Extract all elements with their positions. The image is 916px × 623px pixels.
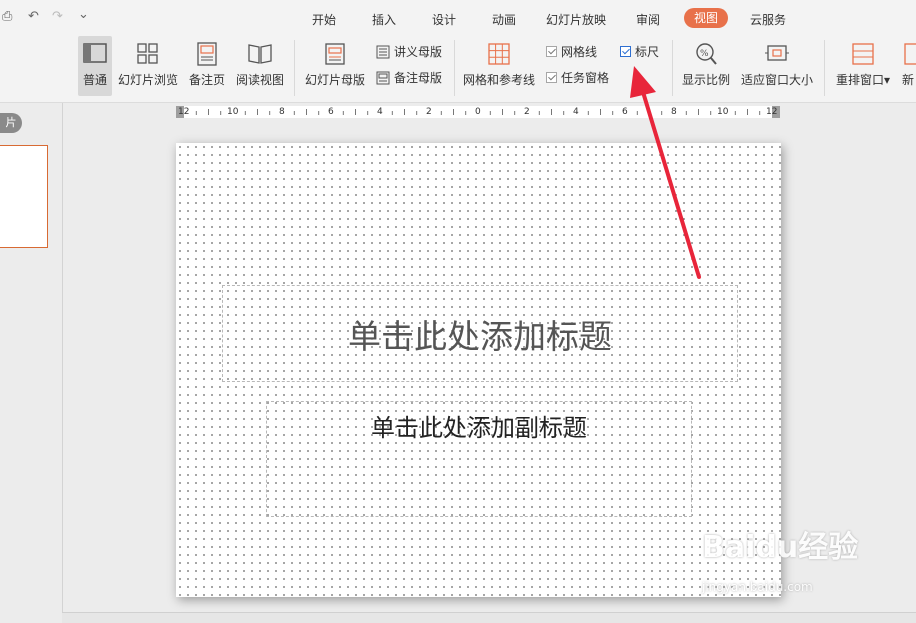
ruler-label: 12 [178, 107, 190, 117]
customize-dropdown-icon[interactable]: ⌄ [78, 7, 89, 22]
ribbon-divider [672, 40, 673, 96]
slide-thumbnail-panel: 片 [0, 103, 63, 622]
handout-master-button[interactable]: 讲义母版 [376, 43, 442, 60]
ruler-label: 12 [766, 107, 778, 117]
ribbon-divider [454, 40, 455, 96]
watermark-url: jingyan.baidu.com [702, 580, 813, 594]
zoom-magnifier-icon: % [696, 43, 717, 65]
fit-window-label: 适应窗口大小 [740, 73, 813, 87]
redo-icon[interactable]: ↷ [52, 9, 63, 24]
slide-master-icon [325, 43, 345, 65]
undo-icon[interactable]: ↶ [28, 9, 39, 24]
ribbon-view: 普通 幻灯片浏览 备注页 阅读视图 幻灯片母版 讲义母版 备注母版 网格和参考线… [0, 36, 916, 103]
fit-window-button[interactable]: 适应窗口大小 [740, 36, 814, 96]
slide-master-label: 幻灯片母版 [304, 73, 365, 87]
zoom-label: 显示比例 [681, 73, 730, 87]
arrange-window-icon [852, 43, 874, 65]
task-pane-checkbox[interactable]: 任务窗格 [546, 69, 609, 86]
slide-master-button[interactable]: 幻灯片母版 [302, 36, 368, 96]
ruler-label: 2 [524, 107, 530, 117]
tab-home[interactable]: 开始 [312, 11, 336, 28]
svg-text:%: % [700, 49, 709, 59]
watermark-brand: Baidu经验 [702, 530, 859, 565]
title-placeholder[interactable]: 单击此处添加标题 [222, 285, 738, 382]
notes-page-button[interactable]: 备注页 [186, 36, 228, 96]
gridlines-checkbox-box[interactable] [546, 46, 557, 57]
slide-thumbnail[interactable] [0, 145, 48, 248]
ribbon-divider [294, 40, 295, 96]
ruler-label: 标尺 [635, 45, 660, 59]
slide-sorter-icon [137, 43, 158, 64]
notes-page-label: 备注页 [188, 73, 225, 87]
ruler-label: 2 [426, 107, 432, 117]
notes-master-label: 备注母版 [394, 71, 443, 85]
reading-view-label: 阅读视图 [235, 73, 284, 87]
normal-view-label: 普通 [82, 73, 107, 87]
print-icon[interactable]: ⎙ [2, 9, 12, 24]
normal-view-button[interactable]: 普通 [78, 36, 112, 96]
horizontal-ruler[interactable]: 12 10 8 6 4 2 0 2 4 6 8 10 12 [176, 106, 780, 118]
zoom-button[interactable]: % 显示比例 [680, 36, 732, 96]
notes-page-icon [197, 42, 217, 66]
slide-canvas[interactable]: 单击此处添加标题 单击此处添加副标题 [176, 143, 781, 597]
ruler-label: 4 [377, 107, 383, 117]
fit-window-icon [765, 45, 789, 61]
new-window-label: 新 [902, 73, 915, 87]
tab-slideshow[interactable]: 幻灯片放映 [546, 11, 606, 28]
notes-master-icon [376, 71, 390, 84]
ruler-label: 0 [475, 107, 481, 117]
notes-master-button[interactable]: 备注母版 [376, 69, 442, 86]
ruler-label: 6 [622, 107, 628, 117]
slides-panel-tab[interactable]: 片 [0, 113, 22, 133]
ruler-label: 10 [717, 107, 729, 117]
tab-insert[interactable]: 插入 [372, 11, 396, 28]
reading-view-button[interactable]: 阅读视图 [234, 36, 286, 96]
normal-view-icon [83, 43, 107, 63]
tab-cloud[interactable]: 云服务 [750, 11, 786, 28]
menu-bar: ⎙ ↶ ↷ ⌄ 开始 插入 设计 动画 幻灯片放映 审阅 视图 云服务 [0, 0, 916, 36]
grid-and-guides-label: 网格和参考线 [462, 73, 535, 87]
book-icon [248, 44, 272, 64]
slide-sorter-label: 幻灯片浏览 [117, 73, 178, 87]
ruler-label: 10 [227, 107, 239, 117]
title-placeholder-text: 单击此处添加标题 [348, 316, 612, 356]
new-window-button[interactable]: 新 [898, 36, 916, 96]
ruler-label: 6 [328, 107, 334, 117]
ribbon-divider [824, 40, 825, 96]
ruler-label: 8 [671, 107, 677, 117]
ruler-checkbox[interactable]: 标尺 [620, 43, 659, 60]
arrange-window-button[interactable]: 重排窗口▾ [832, 36, 894, 96]
gridlines-checkbox[interactable]: 网格线 [546, 43, 597, 60]
tab-animation[interactable]: 动画 [492, 11, 516, 28]
grid-and-guides-button[interactable]: 网格和参考线 [460, 36, 538, 96]
new-window-icon [904, 43, 916, 65]
tab-review[interactable]: 审阅 [636, 11, 660, 28]
slide-sorter-button[interactable]: 幻灯片浏览 [116, 36, 180, 96]
gridlines-label: 网格线 [561, 45, 598, 59]
ruler-label: 8 [279, 107, 285, 117]
ruler-label: 4 [573, 107, 579, 117]
subtitle-placeholder-text: 单击此处添加副标题 [371, 414, 587, 442]
grid-icon [488, 43, 510, 65]
tab-view[interactable]: 视图 [684, 8, 729, 28]
arrange-window-label: 重排窗口▾ [835, 73, 891, 87]
ruler-track: 12 10 8 6 4 2 0 2 4 6 8 10 12 [178, 106, 777, 118]
task-pane-checkbox-box[interactable] [546, 72, 557, 83]
task-pane-label: 任务窗格 [561, 71, 610, 85]
subtitle-placeholder[interactable]: 单击此处添加副标题 [266, 401, 692, 517]
handout-master-label: 讲义母版 [394, 45, 443, 59]
tab-design[interactable]: 设计 [432, 11, 456, 28]
notes-pane-edge[interactable] [62, 612, 916, 623]
baidu-watermark: Baidu经验 jingyan.baidu.com [702, 522, 902, 602]
handout-master-icon [376, 45, 390, 58]
ruler-checkbox-box[interactable] [620, 46, 631, 57]
